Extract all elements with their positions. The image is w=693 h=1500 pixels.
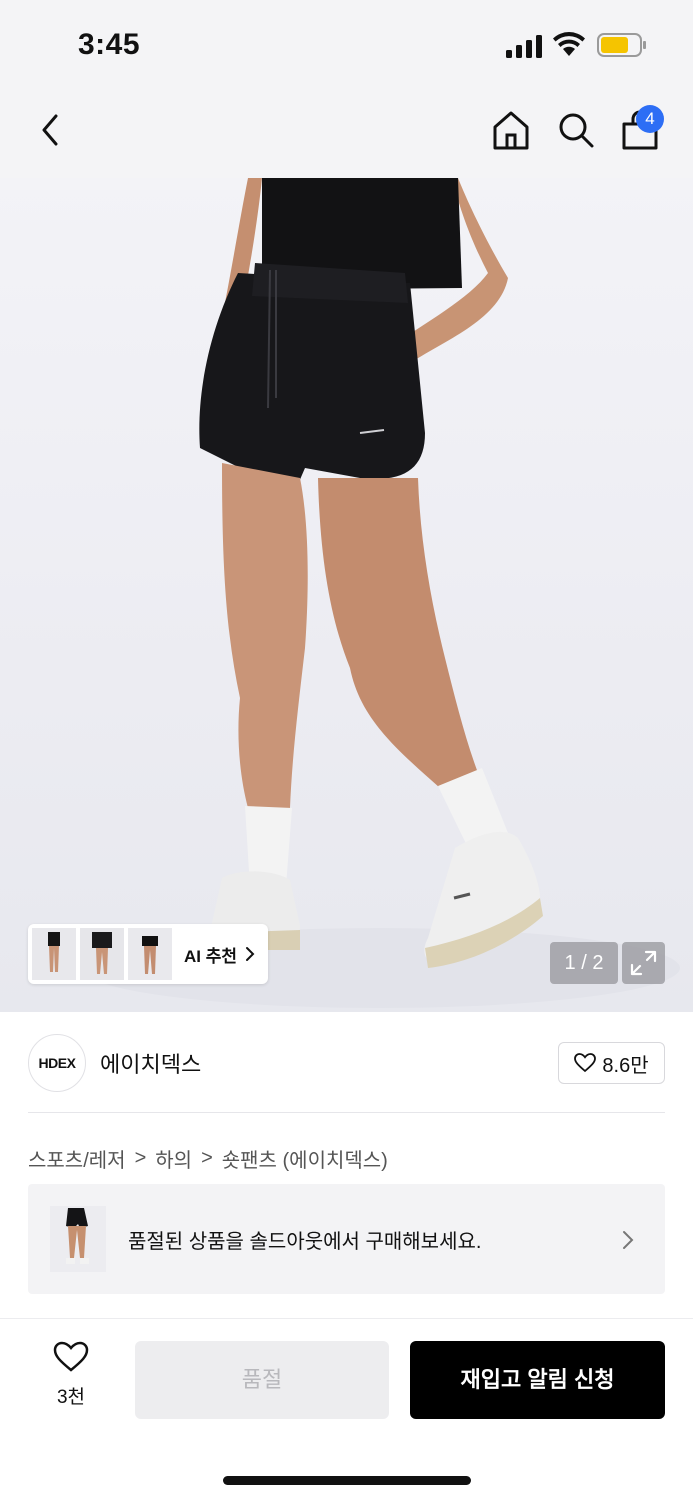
- expand-button[interactable]: [622, 942, 665, 984]
- ai-recommend-label: AI 추천: [184, 946, 238, 966]
- divider: [28, 1112, 665, 1113]
- soldout-banner-text: 품절된 상품을 솔드아웃에서 구매해보세요.: [128, 1231, 482, 1253]
- ai-recommend-strip[interactable]: AI 추천: [28, 924, 268, 984]
- cellular-signal-icon: [506, 34, 544, 58]
- brand-like-count: 8.6만: [602, 1054, 649, 1077]
- breadcrumb-separator: >: [201, 1147, 213, 1169]
- battery-icon: [597, 33, 646, 57]
- breadcrumb-item[interactable]: 하의: [155, 1144, 192, 1173]
- chevron-left-icon[interactable]: [32, 110, 68, 150]
- banner-product-thumbnail: [50, 1206, 106, 1272]
- home-indicator[interactable]: [223, 1476, 471, 1485]
- product-photo: [80, 178, 680, 1008]
- thumbnail-image[interactable]: [80, 928, 124, 980]
- expand-icon: [630, 950, 657, 976]
- status-bar: 3:45: [0, 0, 693, 90]
- status-time: 3:45: [78, 28, 141, 61]
- product-image-gallery[interactable]: AI 추천 1 / 2: [0, 178, 693, 1012]
- brand-logo[interactable]: HDEX: [28, 1034, 86, 1092]
- breadcrumb: 스포츠/레저 > 하의 > 숏팬츠 (에이치덱스): [28, 1144, 388, 1173]
- thumbnail-image[interactable]: [32, 928, 76, 980]
- bottom-action-bar: 3천 품절 재입고 알림 신청: [0, 1318, 693, 1500]
- brand-like-button[interactable]: 8.6만: [558, 1042, 665, 1084]
- thumbnail-image[interactable]: [128, 928, 172, 980]
- brand-name[interactable]: 에이치덱스: [100, 1047, 201, 1079]
- brand-row: HDEX 에이치덱스 8.6만: [28, 1034, 665, 1092]
- search-icon[interactable]: [555, 108, 597, 152]
- heart-icon: [53, 1341, 89, 1372]
- nav-bar: 4: [0, 90, 693, 178]
- cart-count-badge: 4: [636, 105, 664, 133]
- breadcrumb-separator: >: [134, 1147, 147, 1169]
- wishlist-button[interactable]: 3천: [40, 1341, 102, 1415]
- soldout-banner[interactable]: 품절된 상품을 솔드아웃에서 구매해보세요.: [28, 1184, 665, 1294]
- image-page-counter: 1 / 2: [550, 942, 618, 984]
- wishlist-count: 3천: [56, 1387, 86, 1408]
- soldout-button[interactable]: 품절: [135, 1341, 389, 1419]
- chevron-right-icon: [623, 1231, 634, 1249]
- breadcrumb-item[interactable]: 숏팬츠 (에이치덱스): [222, 1144, 388, 1173]
- breadcrumb-item[interactable]: 스포츠/레저: [28, 1144, 126, 1173]
- home-icon[interactable]: [490, 108, 532, 152]
- heart-icon: [574, 1053, 597, 1073]
- wifi-icon: [553, 32, 585, 56]
- chevron-right-icon: [246, 947, 255, 961]
- restock-alert-button[interactable]: 재입고 알림 신청: [410, 1341, 665, 1419]
